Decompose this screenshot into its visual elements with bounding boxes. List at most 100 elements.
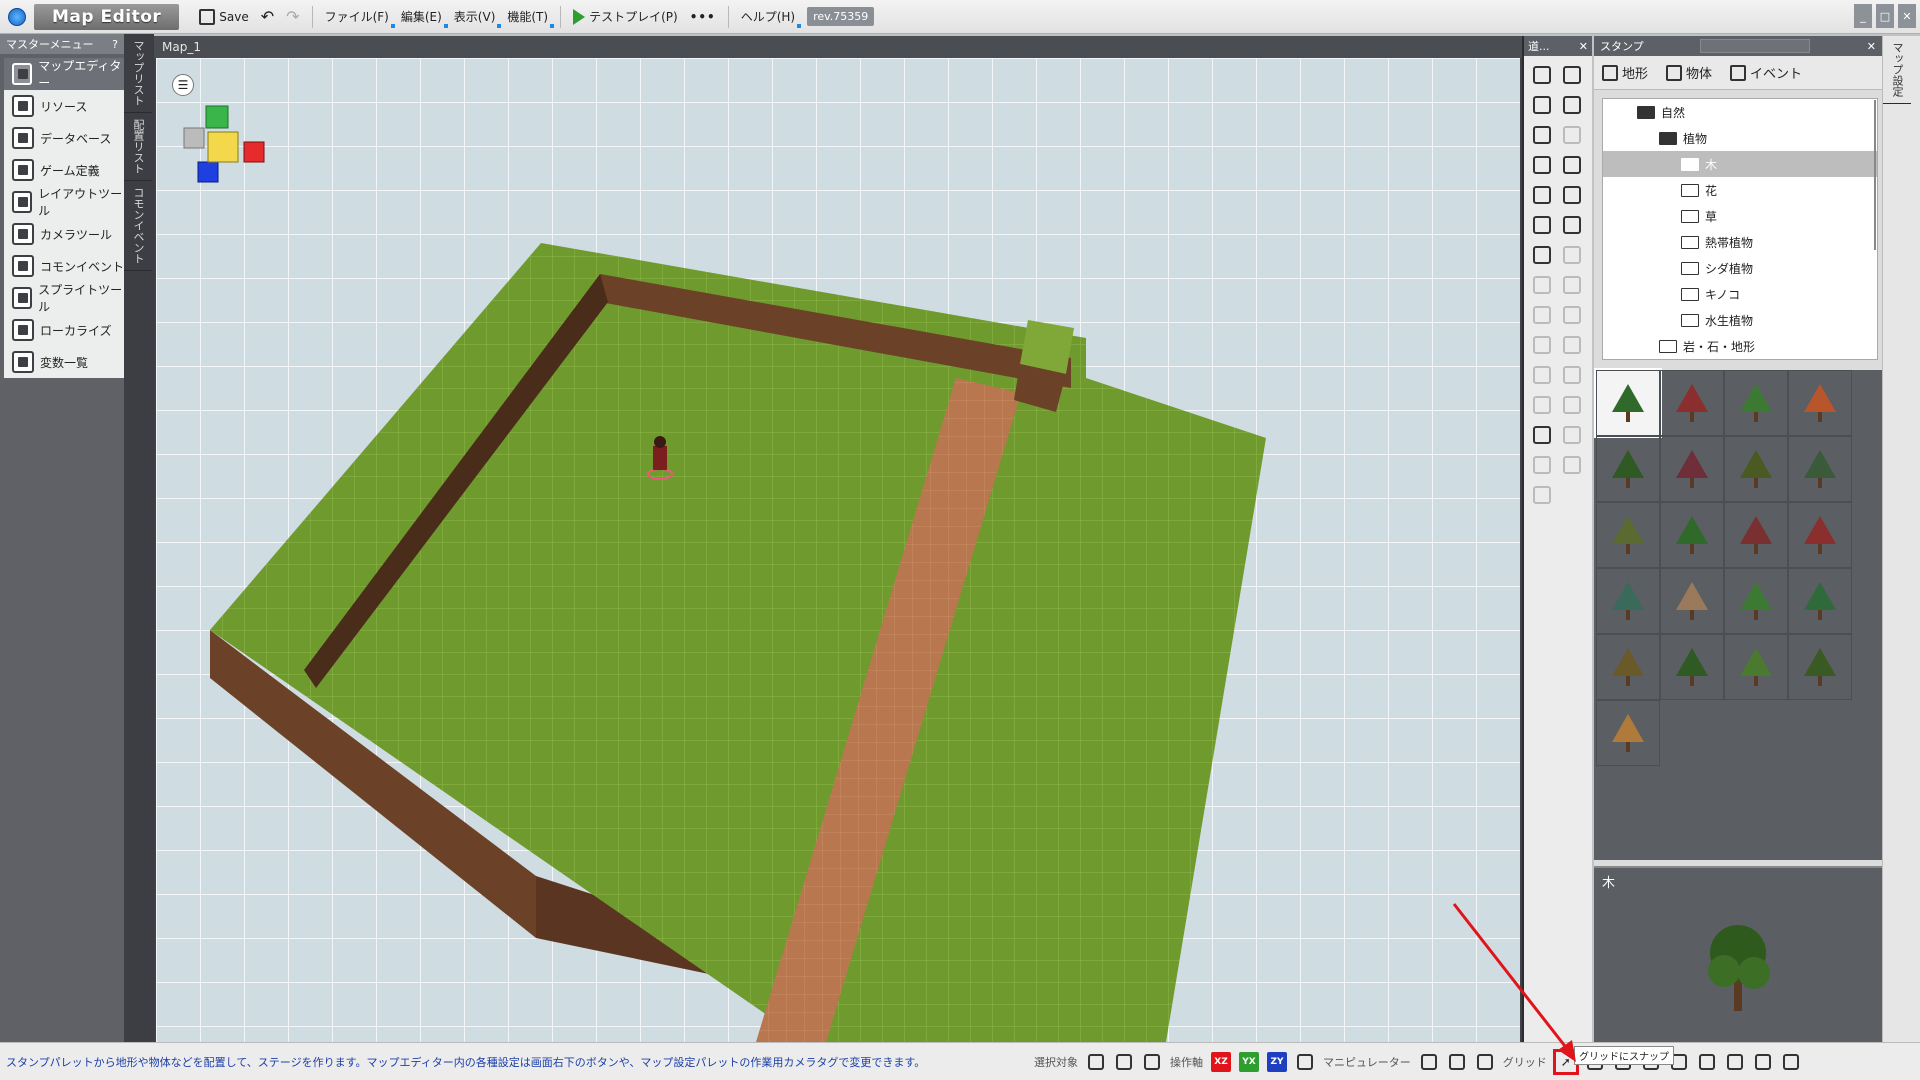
rotate-tool[interactable] (1527, 300, 1557, 330)
master-menu-item[interactable]: 変数一覧 (4, 346, 124, 378)
eraser-tool[interactable] (1527, 180, 1557, 210)
tree-node[interactable]: 岩・石・地形 (1603, 333, 1877, 359)
stamp-thumbnail[interactable] (1724, 568, 1788, 634)
menu-view[interactable]: 表示(V) (448, 4, 502, 30)
master-menu-item[interactable]: レイアウトツール (4, 186, 124, 218)
menu-function[interactable]: 機能(T) (501, 4, 554, 30)
stamp-thumbnail[interactable] (1596, 700, 1660, 766)
save-button[interactable]: Save (193, 4, 254, 30)
camera-button[interactable] (1697, 1052, 1717, 1072)
master-menu-item[interactable]: データベース (4, 122, 124, 154)
master-menu-item[interactable]: ゲーム定義 (4, 154, 124, 186)
tree-node[interactable]: 植物 (1603, 125, 1877, 151)
tree-node[interactable]: 草 (1603, 203, 1877, 229)
axis-xz-button[interactable]: XZ (1211, 1051, 1231, 1072)
merge-tool[interactable] (1527, 390, 1557, 420)
eyedropper-tool[interactable] (1557, 180, 1587, 210)
pen-tool[interactable] (1527, 150, 1557, 180)
master-menu-item[interactable]: カメラツール (4, 218, 124, 250)
menu-help[interactable]: ヘルプ(H) (735, 4, 802, 30)
settings-button[interactable] (1781, 1052, 1801, 1072)
paste-tool[interactable] (1557, 450, 1587, 480)
target-tool[interactable] (1557, 420, 1587, 450)
select-terrain-button[interactable] (1086, 1052, 1106, 1072)
stamp-thumbnail[interactable] (1596, 568, 1660, 634)
stamp-thumbnail[interactable] (1724, 370, 1788, 436)
tree-node[interactable]: シダ植物 (1603, 255, 1877, 281)
stamp-thumbnail[interactable] (1660, 634, 1724, 700)
copy-tool[interactable] (1527, 450, 1557, 480)
house-tool[interactable] (1527, 240, 1557, 270)
stamp-thumbnail[interactable] (1724, 634, 1788, 700)
stamp-thumbnail[interactable] (1594, 368, 1662, 438)
stamp-thumbnail[interactable] (1788, 370, 1852, 436)
axis-zy-button[interactable]: ZY (1267, 1051, 1287, 1072)
terrain-tool[interactable] (1527, 120, 1557, 150)
orientation-gizmo[interactable] (183, 105, 265, 183)
fill-tool[interactable] (1557, 150, 1587, 180)
menu-file[interactable]: ファイル(F) (319, 4, 396, 30)
lower-tool[interactable] (1557, 270, 1587, 300)
master-menu-item[interactable]: マップエディター (4, 58, 124, 90)
axis-yx-button[interactable]: YX (1239, 1051, 1259, 1072)
tree-node[interactable]: 水生植物 (1603, 307, 1877, 333)
manipulator-move-button[interactable] (1419, 1052, 1439, 1072)
close-icon[interactable]: ✕ (1579, 40, 1588, 53)
undo-button[interactable]: ↶ (255, 4, 280, 30)
manipulator-toggle[interactable] (1295, 1052, 1315, 1072)
stamp-thumbnail[interactable] (1660, 370, 1724, 436)
stamp-thumbnail[interactable] (1724, 502, 1788, 568)
tree-node[interactable]: 木 (1603, 151, 1877, 177)
tree-node[interactable]: 自然 (1603, 99, 1877, 125)
brush-tool[interactable] (1527, 210, 1557, 240)
stamp-thumbnail[interactable] (1788, 436, 1852, 502)
testplay-button[interactable]: テストプレイ(P) (567, 4, 684, 30)
stamp-thumbnail[interactable] (1788, 502, 1852, 568)
more-options-button[interactable]: ••• (684, 4, 722, 30)
tab-map-settings[interactable]: マップ設定 (1883, 36, 1911, 104)
select-event-button[interactable] (1142, 1052, 1162, 1072)
tree-node[interactable]: 熱帯植物 (1603, 229, 1877, 255)
tab-common-event[interactable]: コモンイベント (124, 181, 152, 271)
master-menu-item[interactable]: コモンイベント (4, 250, 124, 282)
character-view-button[interactable] (1753, 1052, 1773, 1072)
stamp-thumbnail[interactable] (1788, 568, 1852, 634)
grid-select-tool[interactable] (1557, 90, 1587, 120)
box-tool[interactable] (1557, 360, 1587, 390)
tab-placement-list[interactable]: 配置リスト (124, 113, 152, 181)
character-tool[interactable] (1527, 420, 1557, 450)
select-rect-tool[interactable] (1527, 60, 1557, 90)
stamp-thumbnail[interactable] (1660, 568, 1724, 634)
tab-event[interactable]: イベント (1730, 63, 1802, 82)
close-icon[interactable]: ✕ (1867, 40, 1876, 53)
master-menu-help-button[interactable]: ? (112, 38, 118, 51)
lasso-tool[interactable] (1527, 90, 1557, 120)
stamp-thumbnail[interactable] (1596, 634, 1660, 700)
plane-tool[interactable] (1527, 330, 1557, 360)
redo-button[interactable]: ↷ (280, 4, 305, 30)
flip-tool[interactable] (1557, 300, 1587, 330)
layer-tool[interactable] (1557, 330, 1587, 360)
maximize-button[interactable]: □ (1876, 4, 1894, 28)
stamp-thumbnail[interactable] (1660, 436, 1724, 502)
tree-scrollbar[interactable] (1874, 100, 1876, 250)
split-tool[interactable] (1557, 390, 1587, 420)
stamp-thumbnail[interactable] (1596, 436, 1660, 502)
master-menu-item[interactable]: スプライトツール (4, 282, 124, 314)
stamp-search-input[interactable] (1700, 39, 1811, 53)
master-menu-item[interactable]: ローカライズ (4, 314, 124, 346)
tree-node[interactable]: キノコ (1603, 281, 1877, 307)
stamp-thumbnail[interactable] (1788, 634, 1852, 700)
close-window-button[interactable]: ✕ (1898, 4, 1916, 28)
menu-edit[interactable]: 編集(E) (395, 4, 448, 30)
tab-object[interactable]: 物体 (1666, 63, 1712, 82)
select-object-button[interactable] (1114, 1052, 1134, 1072)
slope-tool[interactable] (1527, 360, 1557, 390)
smooth-tool[interactable] (1557, 210, 1587, 240)
stamp-thumbnail[interactable] (1596, 502, 1660, 568)
map-canvas[interactable]: ☰ (156, 58, 1520, 1042)
stamp-thumbnail[interactable] (1724, 436, 1788, 502)
tab-terrain[interactable]: 地形 (1602, 63, 1648, 82)
layer-button[interactable] (1725, 1052, 1745, 1072)
select-pointer-tool[interactable] (1557, 60, 1587, 90)
